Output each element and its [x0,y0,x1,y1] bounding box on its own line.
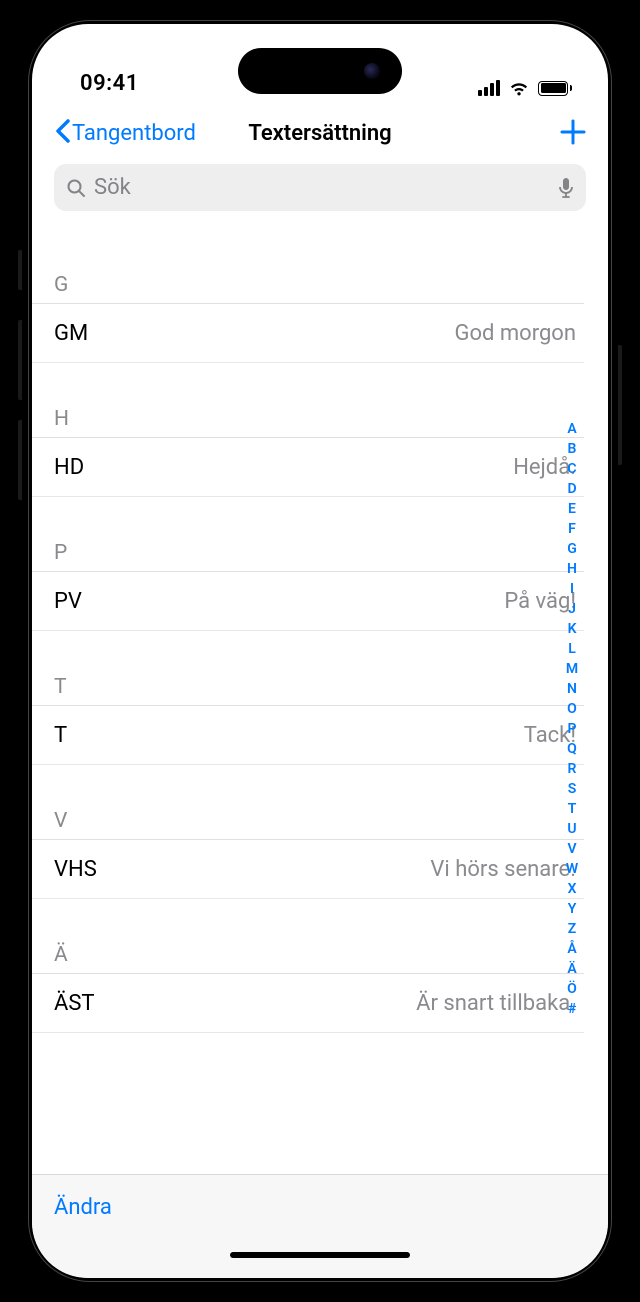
search-input[interactable]: Sök [54,164,586,211]
section-header: G [32,269,584,304]
index-letter[interactable]: E [568,499,576,519]
section-header: V [32,805,584,840]
status-time: 09:41 [80,71,139,96]
phrase-text: Vi hörs senare. [430,857,576,882]
index-letter[interactable]: Å [567,939,576,959]
section-header: P [32,537,584,572]
search-placeholder: Sök [94,175,550,200]
shortcut-text: HD [54,455,84,480]
index-letter[interactable]: C [567,459,576,479]
shortcut-text: ÄST [54,991,95,1016]
index-letter[interactable]: S [568,779,577,799]
section-index-bar[interactable]: ABCDEFGHIJKLMNOPQRSTUVWXYZÅÄÖ# [562,419,582,1019]
index-letter[interactable]: A [567,419,576,439]
index-letter[interactable]: L [568,639,576,659]
phrase-text: Är snart tillbaka. [416,991,576,1016]
section-header: T [32,671,584,706]
phone-frame: 09:41 [22,14,618,1288]
back-button[interactable]: Tangentbord [54,119,196,148]
bottom-toolbar: Ändra [32,1174,608,1240]
list-item[interactable]: GM God morgon [32,304,584,363]
content-list[interactable]: G GM God morgon H HD Hejdå. P PV På väg! [32,221,608,1174]
search-icon [66,178,86,198]
chevron-left-icon [54,119,70,148]
index-letter[interactable]: K [568,619,577,639]
add-button[interactable] [560,115,586,151]
list-item[interactable]: PV På väg! [32,572,584,631]
page-title: Textersättning [248,121,391,146]
home-indicator-area [32,1240,608,1278]
index-letter[interactable]: B [568,439,577,459]
battery-icon [538,81,572,96]
edit-button[interactable]: Ändra [54,1195,112,1220]
plus-icon [560,112,586,154]
list-item[interactable]: VHS Vi hörs senare. [32,840,584,899]
index-letter[interactable]: M [566,659,578,679]
index-letter[interactable]: U [567,819,576,839]
phrase-text: God morgon [454,321,576,346]
index-letter[interactable]: D [567,479,576,499]
index-letter[interactable]: V [567,839,576,859]
microphone-icon[interactable] [558,177,574,199]
cellular-signal-icon [478,80,500,96]
wifi-icon [508,80,530,96]
nav-bar: Tangentbord Textersättning [32,102,608,164]
shortcut-text: GM [54,321,88,346]
index-letter[interactable]: P [568,719,577,739]
index-letter[interactable]: Z [568,919,576,939]
index-letter[interactable]: W [566,859,578,879]
screen: 09:41 [32,24,608,1278]
shortcut-text: VHS [54,857,97,882]
index-letter[interactable]: O [567,699,577,719]
index-letter[interactable]: # [568,999,576,1019]
index-letter[interactable]: T [568,799,577,819]
list-item[interactable]: T Tack! [32,706,584,765]
index-letter[interactable]: H [567,559,577,579]
list-item[interactable]: HD Hejdå. [32,438,584,497]
shortcut-text: PV [54,589,82,614]
home-indicator[interactable] [230,1252,410,1258]
index-letter[interactable]: Q [567,739,577,759]
index-letter[interactable]: Y [568,899,577,919]
back-label: Tangentbord [72,121,196,146]
index-letter[interactable]: R [568,759,577,779]
index-letter[interactable]: Ö [567,979,577,999]
status-icons [478,80,572,96]
index-letter[interactable]: F [568,519,576,539]
dynamic-island [238,48,402,94]
index-letter[interactable]: Ä [567,959,576,979]
list-item[interactable]: ÄST Är snart tillbaka. [32,974,584,1033]
shortcut-text: T [54,723,67,748]
section-header: Ä [32,939,584,974]
index-letter[interactable]: N [567,679,577,699]
index-letter[interactable]: I [570,579,574,599]
index-letter[interactable]: J [568,599,576,619]
index-letter[interactable]: X [568,879,577,899]
section-header: H [32,403,584,438]
index-letter[interactable]: G [567,539,577,559]
front-camera [364,63,380,79]
